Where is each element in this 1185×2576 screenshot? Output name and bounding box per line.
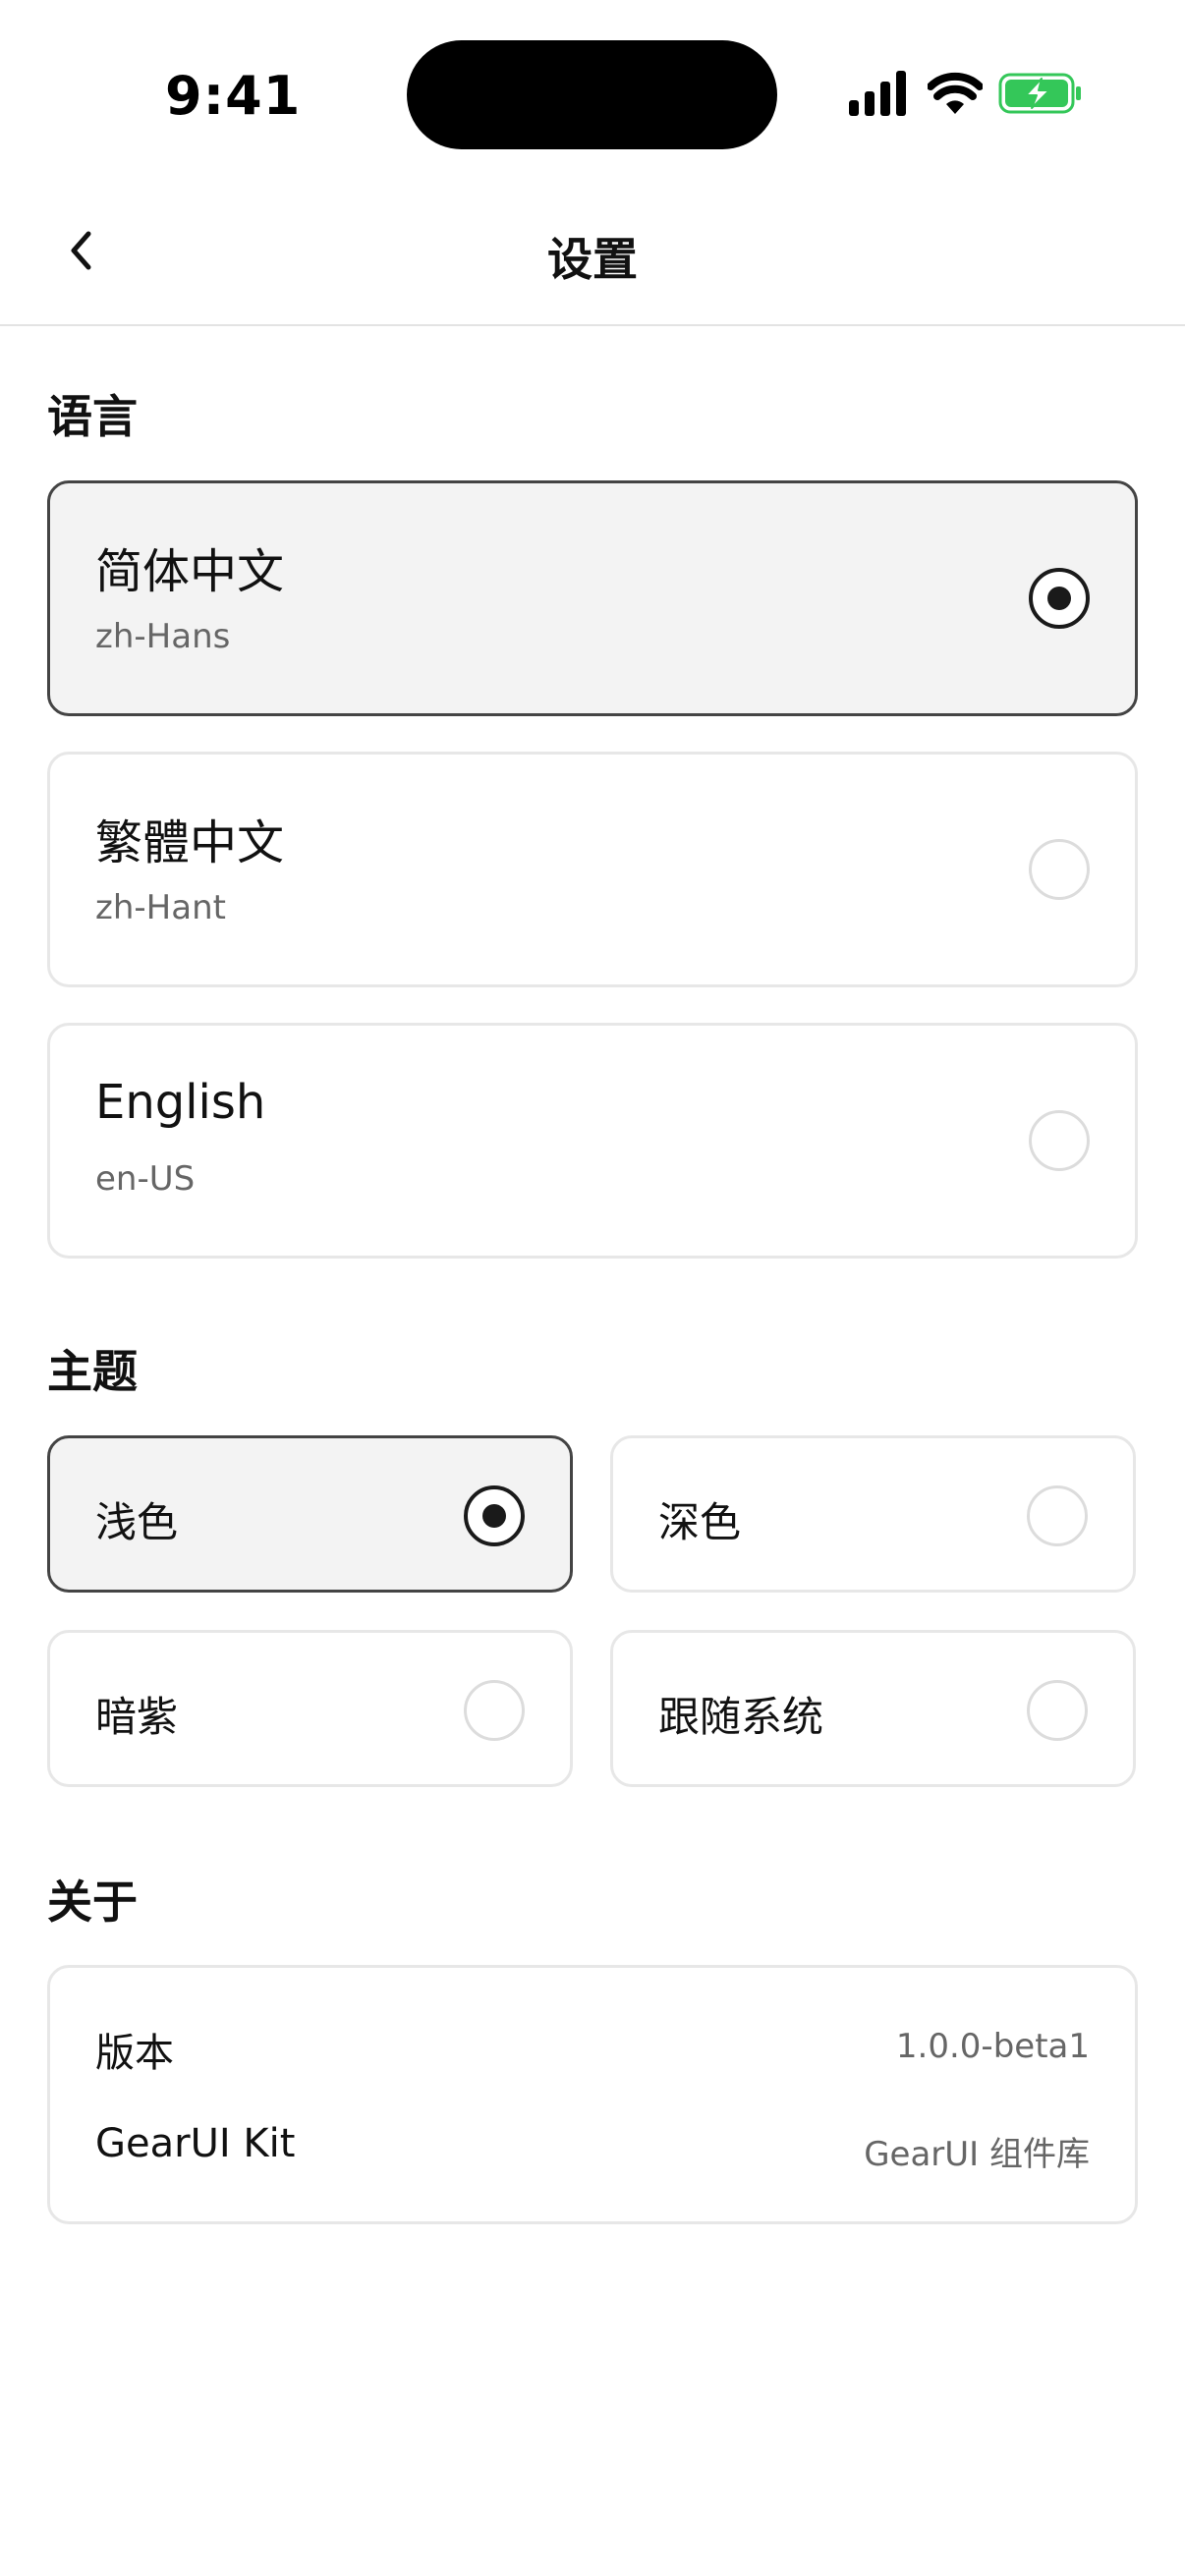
language-code: en-US [95, 1159, 196, 1199]
radio-unchecked[interactable] [1029, 1110, 1090, 1171]
battery-charging-icon [998, 73, 1081, 114]
language-code: zh-Hans [95, 617, 231, 656]
theme-label: 跟随系统 [658, 1693, 824, 1741]
about-key: 版本 [95, 2031, 174, 2076]
radio-unchecked[interactable] [464, 1680, 525, 1741]
theme-label: 暗紫 [95, 1693, 179, 1741]
about-row-version: 版本 1.0.0-beta1 [95, 2021, 1090, 2080]
theme-option-light[interactable]: 浅色 [47, 1435, 573, 1593]
language-option-en-us[interactable]: English en-US [47, 1023, 1138, 1259]
dynamic-island [407, 40, 777, 149]
theme-label: 浅色 [95, 1498, 179, 1546]
status-bar: 9:41 [0, 0, 1185, 187]
language-name: English [95, 1075, 266, 1130]
language-code: zh-Hant [95, 888, 226, 927]
wifi-icon [928, 72, 983, 114]
cellular-signal-icon [849, 71, 906, 116]
language-option-zh-hant[interactable]: 繁體中文 zh-Hant [47, 752, 1138, 987]
language-name: 繁體中文 [95, 815, 285, 870]
about-key: GearUI Kit [95, 2121, 296, 2166]
radio-checked[interactable] [464, 1485, 525, 1546]
about-value: GearUI 组件库 [864, 2135, 1090, 2174]
theme-section-title: 主题 [47, 1345, 138, 1398]
about-section-title: 关于 [47, 1876, 138, 1929]
language-option-zh-hans[interactable]: 简体中文 zh-Hans [47, 480, 1138, 716]
about-row-kit: GearUI Kit GearUI 组件库 [95, 2121, 1090, 2180]
theme-option-follow-system[interactable]: 跟随系统 [610, 1630, 1136, 1787]
radio-unchecked[interactable] [1027, 1485, 1088, 1546]
language-section-title: 语言 [47, 390, 138, 443]
theme-option-dark-purple[interactable]: 暗紫 [47, 1630, 573, 1787]
settings-screen: 9:41 设置 语言 简体中文 zh-Hans 繁體中文 zh-Hant Eng… [0, 0, 1185, 2576]
radio-unchecked[interactable] [1027, 1680, 1088, 1741]
radio-unchecked[interactable] [1029, 839, 1090, 900]
theme-option-dark[interactable]: 深色 [610, 1435, 1136, 1593]
nav-header: 设置 [0, 187, 1185, 326]
status-time: 9:41 [165, 65, 302, 127]
about-value: 1.0.0-beta1 [895, 2027, 1090, 2066]
theme-label: 深色 [658, 1498, 742, 1546]
page-title: 设置 [547, 233, 638, 286]
about-card: 版本 1.0.0-beta1 GearUI Kit GearUI 组件库 [47, 1965, 1138, 2224]
radio-checked[interactable] [1029, 568, 1090, 629]
language-name: 简体中文 [95, 544, 285, 599]
